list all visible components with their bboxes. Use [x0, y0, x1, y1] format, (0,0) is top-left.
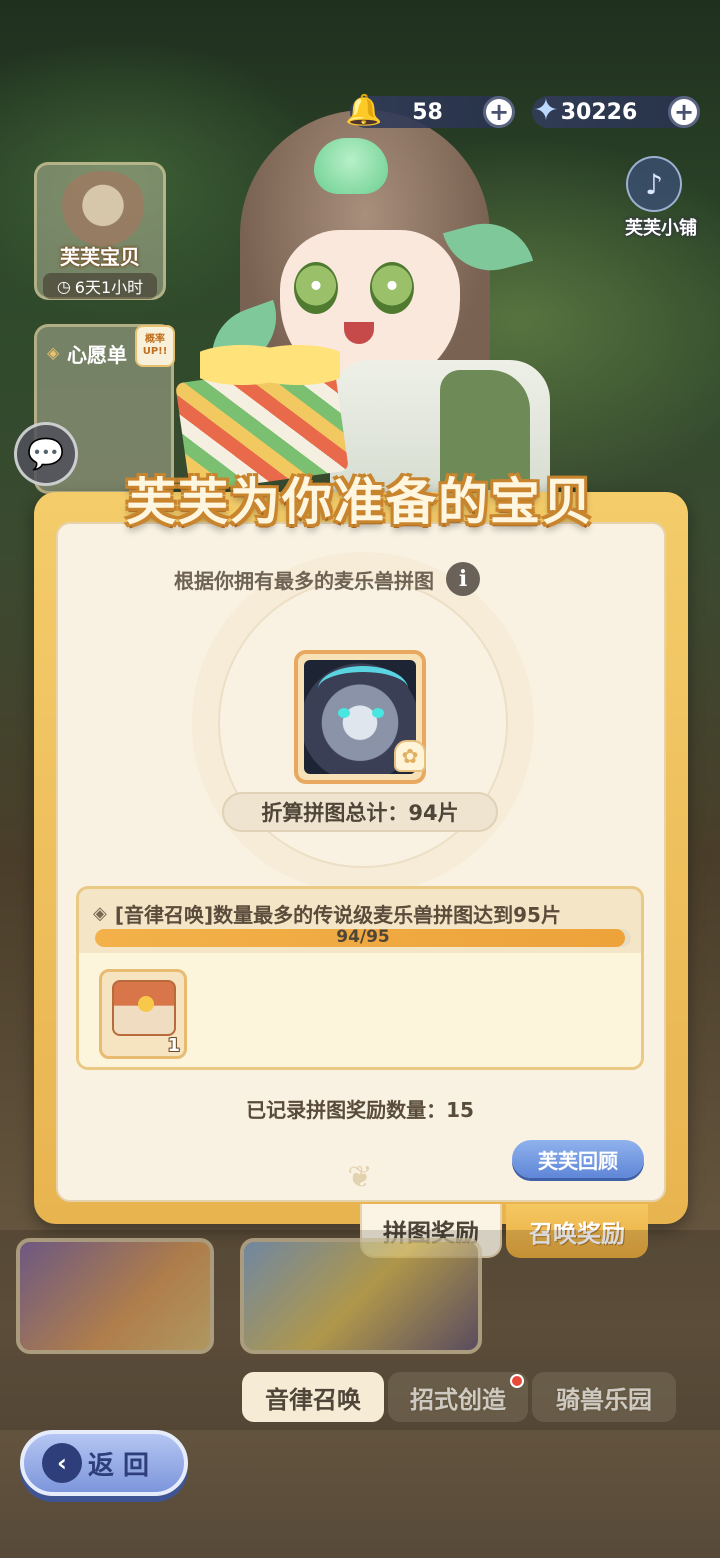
- star-currency: ✦ 30226 +: [532, 93, 700, 128]
- baby-card[interactable]: 芙芙宝贝 ◷ 6天1小时: [34, 162, 166, 300]
- baby-timer-text: 6天1小时: [74, 278, 144, 297]
- back-button[interactable]: ‹ 返 回: [20, 1430, 188, 1496]
- review-button[interactable]: 芙芙回顾: [512, 1140, 644, 1178]
- task-box: ◈ [音律召唤]数量最多的传说级麦乐兽拼图达到95片 94/95 1: [76, 886, 644, 1070]
- task-progress-text: 94/95: [336, 927, 390, 947]
- baby-timer: ◷ 6天1小时: [43, 273, 157, 299]
- task-description: [音律召唤]数量最多的传说级麦乐兽拼图达到95片: [114, 903, 561, 927]
- treasure-chest-icon: [112, 980, 176, 1036]
- lyre-icon: ♪: [626, 156, 682, 212]
- tab-mount-park[interactable]: 骑兽乐园: [532, 1372, 676, 1422]
- tab-move-create[interactable]: 招式创造: [388, 1372, 528, 1422]
- task-header: ◈ [音律召唤]数量最多的传说级麦乐兽拼图达到95片: [93, 899, 631, 928]
- add-star-button[interactable]: +: [668, 96, 700, 128]
- character-eye-left: [294, 262, 338, 314]
- bell-icon: 🔔: [345, 92, 383, 128]
- shop-label: 芙芙小铺: [625, 218, 697, 239]
- back-arrow-icon: ‹: [42, 1443, 82, 1483]
- panel-title: 芙芙为你准备的宝贝: [126, 473, 594, 531]
- bell-currency-value: 58: [412, 99, 443, 125]
- slime-pet: [314, 138, 388, 194]
- panel-ornament: ❦: [347, 1160, 373, 1195]
- shop-button[interactable]: ♪ 芙芙小铺: [608, 150, 714, 244]
- star-currency-value: 30226: [560, 99, 638, 125]
- tab-rhythm-summon[interactable]: 音律召唤: [242, 1372, 384, 1422]
- bottom-banner-area: [16, 1238, 706, 1368]
- task-reward-area: 1: [79, 953, 641, 1067]
- info-icon[interactable]: i: [446, 562, 480, 596]
- diamond-icon: ◈: [47, 343, 60, 362]
- gift-bow: [200, 330, 340, 400]
- legendary-beast-card[interactable]: ✿: [294, 650, 426, 784]
- clock-icon: ◷: [56, 276, 71, 296]
- rate-up-badge: 概率UP!!: [135, 325, 175, 367]
- reward-count: 1: [167, 1035, 180, 1056]
- panel-subtitle: 根据你拥有最多的麦乐兽拼图 i: [0, 562, 654, 596]
- tab-move-create-label: 招式创造: [410, 1385, 506, 1414]
- add-bell-button[interactable]: +: [483, 96, 515, 128]
- banner-card[interactable]: [240, 1238, 482, 1354]
- back-button-label: 返 回: [88, 1450, 150, 1481]
- wish-list-label: 心愿单: [67, 343, 127, 367]
- baby-card-label: 芙芙宝贝: [60, 245, 140, 269]
- bell-currency: 🔔 58 +: [345, 93, 515, 128]
- puzzle-piece-icon: ✿: [394, 740, 426, 772]
- reward-item[interactable]: 1: [99, 969, 187, 1059]
- character-eye-right: [370, 262, 414, 314]
- recorded-rewards-count: 已记录拼图奖励数量：15: [246, 1098, 474, 1122]
- notification-dot: [510, 1374, 524, 1388]
- puzzle-total: 折算拼图总计：94片: [222, 792, 498, 832]
- panel-subtitle-text: 根据你拥有最多的麦乐兽拼图: [174, 568, 434, 593]
- task-diamond-icon: ◈: [93, 903, 107, 924]
- banner-card[interactable]: [16, 1238, 214, 1354]
